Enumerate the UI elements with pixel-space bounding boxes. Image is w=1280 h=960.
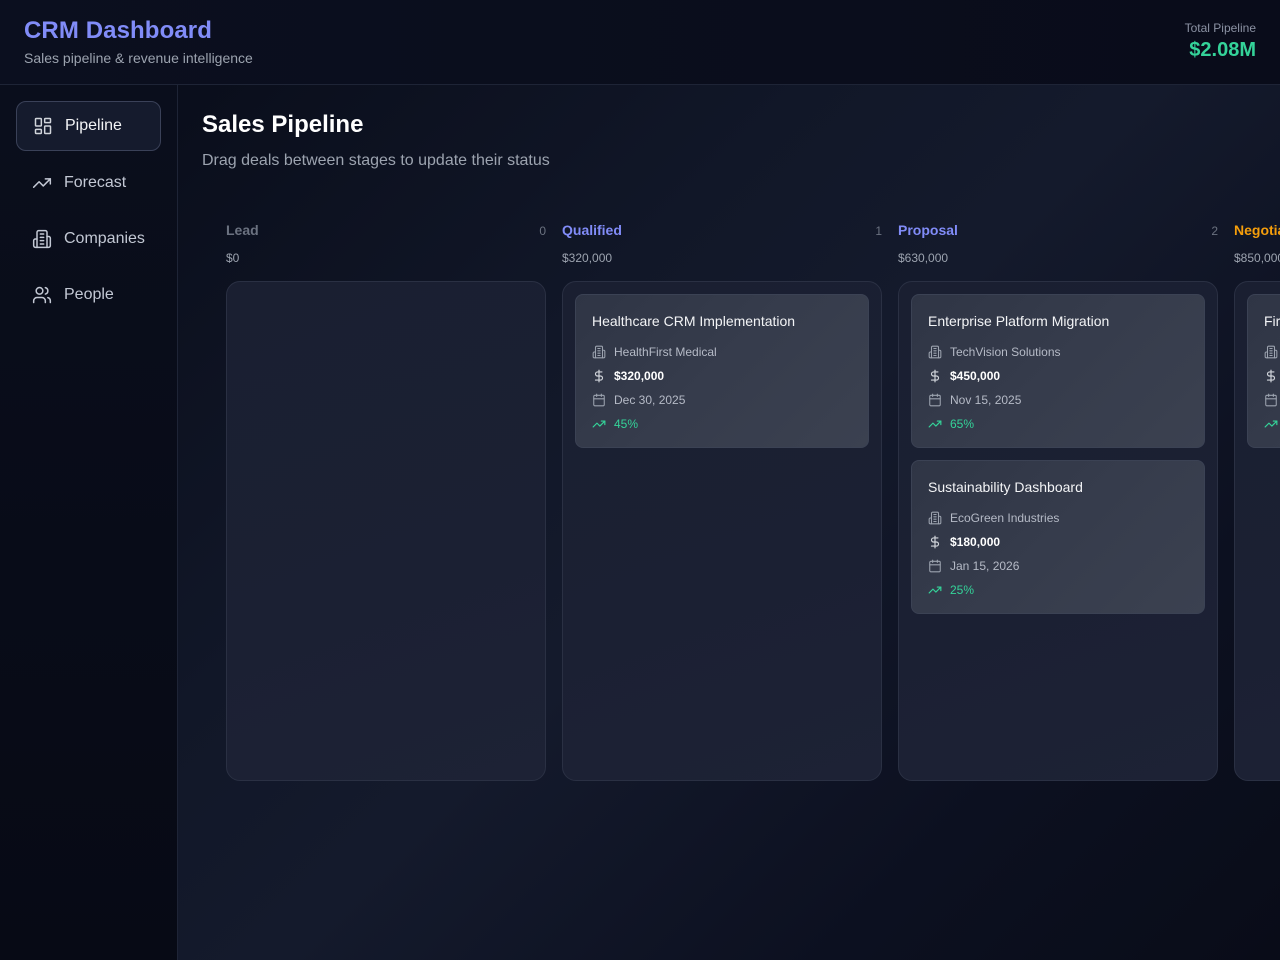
- trending-up-icon: [928, 417, 942, 431]
- calendar-icon: [928, 559, 942, 573]
- deal-date-row: Dec 30, 2025: [592, 393, 685, 407]
- deal-company-row: EcoGreen Industries: [928, 511, 1059, 525]
- dashboard-icon: [33, 116, 53, 136]
- sidebar-item-forecast[interactable]: Forecast: [16, 158, 161, 208]
- column-dropzone[interactable]: Healthcare CRM Implementation HealthFirs…: [562, 281, 882, 781]
- building-icon: [1264, 345, 1278, 359]
- trending-up-icon: [928, 583, 942, 597]
- sidebar-item-pipeline[interactable]: Pipeline: [16, 101, 161, 151]
- sidebar-item-people[interactable]: People: [16, 270, 161, 320]
- deal-card[interactable]: Sustainability Dashboard EcoGreen Indust…: [911, 460, 1205, 614]
- total-pipeline-label: Total Pipeline: [1184, 21, 1256, 35]
- dollar-icon: [928, 369, 942, 383]
- app-title: CRM Dashboard: [24, 17, 212, 44]
- deal-close-date: Dec 30, 2025: [614, 393, 686, 407]
- deal-company-row: HealthFirst Medical: [592, 345, 717, 359]
- deal-close-date: Nov 15, 2025: [950, 393, 1022, 407]
- column-total: $630,000: [898, 251, 949, 265]
- building-icon: [32, 229, 52, 249]
- calendar-icon: [592, 393, 606, 407]
- trending-up-icon: [32, 173, 52, 193]
- column-title: Qualified: [562, 222, 622, 238]
- deal-value-row: $180,000: [928, 535, 1000, 549]
- deal-probability: 25%: [950, 583, 975, 597]
- deal-company-row: [1264, 345, 1280, 359]
- deal-probability-row: 25%: [928, 583, 974, 597]
- column-title: Negotia: [1234, 222, 1280, 238]
- dollar-icon: [928, 535, 942, 549]
- deal-probability: 65%: [950, 417, 975, 431]
- app-header: CRM Dashboard Sales pipeline & revenue i…: [0, 0, 1280, 85]
- deal-title: Sustainability Dashboard: [928, 479, 1083, 495]
- crm-app: CRM Dashboard Sales pipeline & revenue i…: [0, 0, 1280, 960]
- deal-value-row: $450,000: [928, 369, 1000, 383]
- deal-date-row: [1264, 393, 1280, 407]
- calendar-icon: [1264, 393, 1278, 407]
- sidebar-item-companies[interactable]: Companies: [16, 214, 161, 264]
- deal-value-row: [1264, 369, 1280, 383]
- calendar-icon: [928, 393, 942, 407]
- deal-date-row: Jan 15, 2026: [928, 559, 1019, 573]
- users-icon: [32, 285, 52, 305]
- total-pipeline-value: $2.08M: [1189, 39, 1256, 61]
- trending-up-icon: [1264, 417, 1278, 431]
- page-title: Sales Pipeline: [202, 111, 364, 138]
- deal-probability: 45%: [614, 417, 639, 431]
- deal-company: TechVision Solutions: [950, 345, 1061, 359]
- deal-probability-row: [1264, 417, 1280, 431]
- deal-company: HealthFirst Medical: [614, 345, 717, 359]
- sidebar: Pipeline Forecast Companies People: [0, 85, 178, 960]
- building-icon: [928, 511, 942, 525]
- column-dropzone[interactable]: Fir: [1234, 281, 1280, 781]
- column-title: Lead: [226, 222, 259, 238]
- deal-probability-row: 45%: [592, 417, 638, 431]
- deal-probability-row: 65%: [928, 417, 974, 431]
- building-icon: [592, 345, 606, 359]
- sidebar-item-label: Pipeline: [65, 117, 122, 134]
- deal-value: $450,000: [950, 369, 1001, 383]
- column-count: 2: [1211, 224, 1218, 238]
- building-icon: [928, 345, 942, 359]
- column-title: Proposal: [898, 222, 958, 238]
- column-dropzone[interactable]: Enterprise Platform Migration TechVision…: [898, 281, 1218, 781]
- sidebar-item-label: People: [64, 286, 114, 303]
- deal-title: Enterprise Platform Migration: [928, 313, 1110, 329]
- deal-title: Fir: [1264, 313, 1280, 329]
- deal-company-row: TechVision Solutions: [928, 345, 1061, 359]
- column-count: 0: [539, 224, 546, 238]
- page-subtitle: Drag deals between stages to update thei…: [202, 152, 550, 169]
- deal-card[interactable]: Enterprise Platform Migration TechVision…: [911, 294, 1205, 448]
- deal-card[interactable]: Fir: [1247, 294, 1280, 448]
- deal-value-row: $320,000: [592, 369, 664, 383]
- column-count: 1: [875, 224, 882, 238]
- deal-title: Healthcare CRM Implementation: [592, 313, 796, 329]
- sidebar-item-label: Forecast: [64, 174, 127, 191]
- column-total: $320,000: [562, 251, 613, 265]
- deal-value: $320,000: [614, 369, 665, 383]
- app-subtitle: Sales pipeline & revenue intelligence: [24, 50, 253, 66]
- deal-date-row: Nov 15, 2025: [928, 393, 1021, 407]
- dollar-icon: [592, 369, 606, 383]
- column-total: $850,000: [1234, 251, 1280, 265]
- deal-company: EcoGreen Industries: [950, 511, 1060, 525]
- dollar-icon: [1264, 369, 1278, 383]
- column-clip: Negotia $850,000 Fir: [1234, 222, 1280, 782]
- deal-card[interactable]: Healthcare CRM Implementation HealthFirs…: [575, 294, 869, 448]
- column-total: $0: [226, 251, 240, 265]
- deal-close-date: Jan 15, 2026: [950, 559, 1020, 573]
- trending-up-icon: [592, 417, 606, 431]
- deal-value: $180,000: [950, 535, 1001, 549]
- column-dropzone[interactable]: [226, 281, 546, 781]
- sidebar-item-label: Companies: [64, 230, 145, 247]
